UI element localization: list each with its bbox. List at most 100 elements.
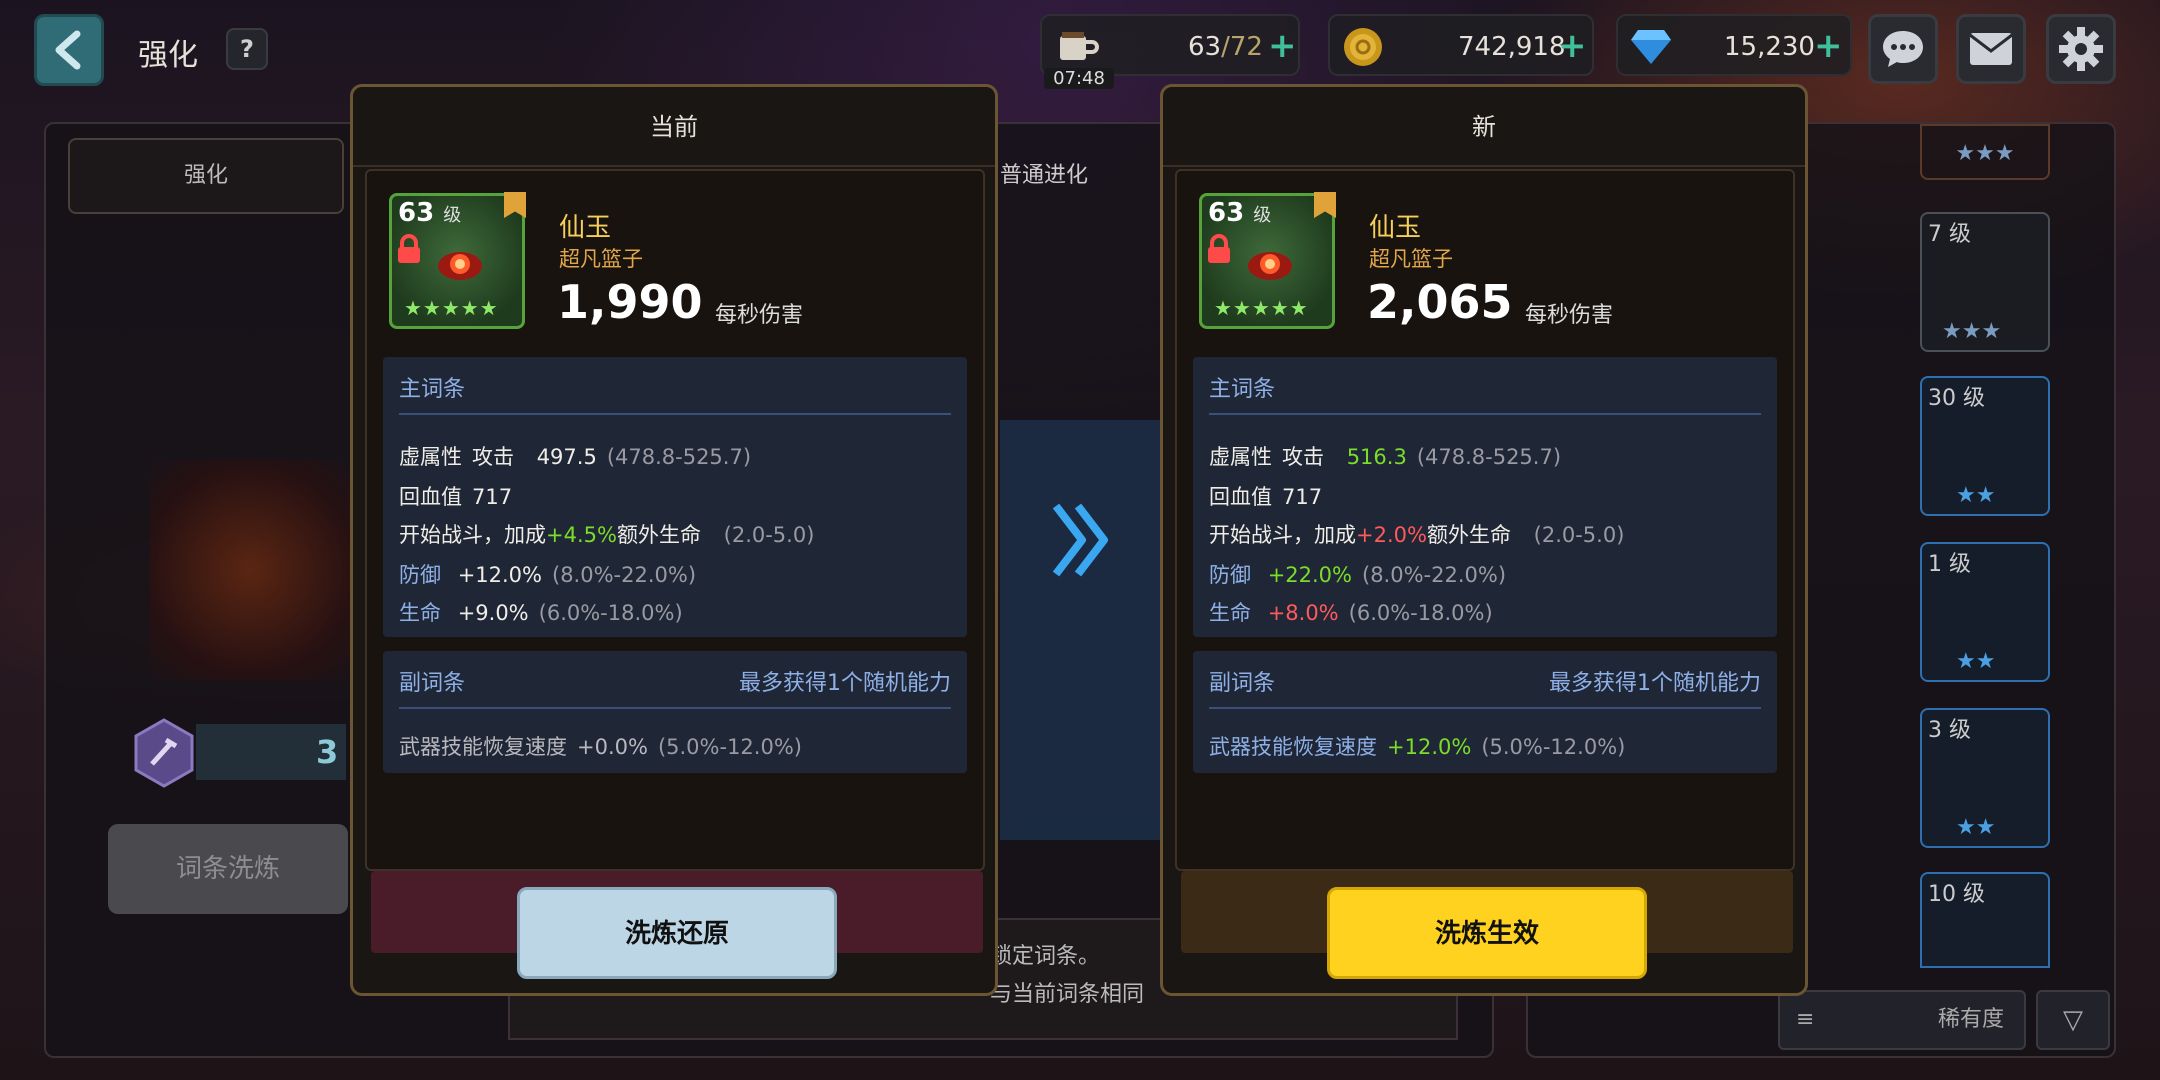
gear-icon xyxy=(2059,27,2103,71)
item-stars: ★★ xyxy=(1956,649,1996,674)
restore-reforge-button[interactable]: 洗炼还原 xyxy=(517,887,837,979)
page-title: 强化 xyxy=(138,38,198,73)
settings-button[interactable] xyxy=(2046,14,2116,84)
new-header: 新 xyxy=(1163,87,1805,167)
bookmark-icon xyxy=(504,192,526,218)
current-sub-stats: 副词条 最多获得1个随机能力 武器技能恢复速度 +0.0% (5.0%-12.0%) xyxy=(383,651,967,773)
main-stats-title: 主词条 xyxy=(399,377,466,402)
stat-row: 防御 +22.0% (8.0%-22.0%) xyxy=(1209,563,1507,587)
current-item-stars: ★★★★★ xyxy=(404,296,499,320)
inventory-item[interactable]: 1 级 ★★ xyxy=(1920,542,2050,682)
inventory-item[interactable]: 10 级 xyxy=(1920,872,2050,968)
new-item-icon[interactable]: 63 级 ★★★★★ xyxy=(1199,192,1336,329)
sort-dropdown[interactable]: ≡ 稀有度 xyxy=(1778,990,2026,1050)
gold-value: 742,918 xyxy=(1458,32,1566,62)
inventory-item[interactable]: ★★★ xyxy=(1920,124,2050,180)
item-level: 7 级 xyxy=(1928,222,1971,247)
gold-counter: 742,918 + xyxy=(1328,14,1594,76)
divider xyxy=(399,413,951,415)
stat-row: 虚属性 攻击 497.5 (478.8-525.7) xyxy=(399,445,752,469)
stat-row: 武器技能恢复速度 +12.0% (5.0%-12.0%) xyxy=(1209,735,1626,759)
stamina-timer: 07:48 xyxy=(1044,68,1114,89)
filter-button[interactable]: ▽ xyxy=(2036,990,2110,1050)
divider xyxy=(1209,413,1761,415)
sub-stats-hint: 最多获得1个随机能力 xyxy=(739,671,951,696)
mail-button[interactable] xyxy=(1956,14,2026,84)
stat-row: 虚属性 攻击 516.3 (478.8-525.7) xyxy=(1209,445,1562,469)
current-item-level: 63 级 xyxy=(398,198,462,228)
item-level: 3 级 xyxy=(1928,718,1971,743)
new-item-type: 超凡篮子 xyxy=(1369,247,1453,271)
new-dps-label: 每秒伤害 xyxy=(1525,303,1614,328)
inventory-item[interactable]: 30 级 ★★ xyxy=(1920,376,2050,516)
same-hint: 与当前词条相同 xyxy=(990,982,1145,1007)
chat-button[interactable] xyxy=(1868,14,1938,84)
double-chevron-right-icon xyxy=(1052,503,1108,577)
back-arrow-icon xyxy=(55,30,81,70)
current-item-type: 超凡篮子 xyxy=(559,247,643,271)
lock-icon xyxy=(1208,234,1230,263)
stat-row: 回血值 717 xyxy=(1209,485,1323,509)
lock-hint: 锁定词条。 xyxy=(990,944,1101,969)
inventory-item[interactable]: 3 级 ★★ xyxy=(1920,708,2050,848)
current-main-stats: 主词条 虚属性 攻击 497.5 (478.8-525.7) 回血值 717 开始战斗… xyxy=(383,357,967,637)
sub-stats-title: 副词条 xyxy=(1209,671,1276,696)
center-backdrop xyxy=(1000,420,1160,840)
filter-triangle-icon: ▽ xyxy=(2063,1005,2083,1035)
stat-row: 回血值 717 xyxy=(399,485,513,509)
add-stamina-button[interactable]: + xyxy=(1268,26,1297,66)
stat-row: 生命 +8.0% (6.0%-18.0%) xyxy=(1209,601,1493,625)
sub-stats-title: 副词条 xyxy=(399,671,466,696)
basket-weapon-icon xyxy=(438,252,482,280)
add-gem-button[interactable]: + xyxy=(1814,26,1843,66)
current-dps-label: 每秒伤害 xyxy=(715,303,804,328)
current-item-name: 仙玉 xyxy=(559,213,612,243)
tab-enhance[interactable]: 强化 xyxy=(68,138,344,214)
basket-weapon-icon xyxy=(1248,252,1292,280)
back-button[interactable] xyxy=(34,14,104,86)
item-stars: ★★ xyxy=(1956,483,1996,508)
new-dps: 2,065 xyxy=(1367,275,1513,329)
new-sub-stats: 副词条 最多获得1个随机能力 武器技能恢复速度 +12.0% (5.0%-12.0%… xyxy=(1193,651,1777,773)
gem-value: 15,230 xyxy=(1724,32,1815,62)
current-dps: 1,990 xyxy=(557,275,703,329)
help-button[interactable]: ? xyxy=(226,28,268,70)
sub-stats-hint: 最多获得1个随机能力 xyxy=(1549,671,1761,696)
new-main-stats: 主词条 虚属性 攻击 516.3 (478.8-525.7) 回血值 717 开始战斗… xyxy=(1193,357,1777,637)
mail-icon xyxy=(1969,33,2013,65)
new-card: 63 级 ★★★★★ 仙玉 超凡篮子 2,065 每秒伤害 主词条 虚属性 攻击 … xyxy=(1175,169,1795,953)
item-level: 10 级 xyxy=(1928,882,1985,907)
add-gold-button[interactable]: + xyxy=(1558,26,1587,66)
reforge-button[interactable]: 词条洗炼 xyxy=(108,824,348,914)
tab-evolve[interactable]: 普通进化 xyxy=(1000,138,1170,214)
stat-row: 防御 +12.0% (8.0%-22.0%) xyxy=(399,563,697,587)
diamond-icon xyxy=(1631,30,1671,64)
divider xyxy=(1209,707,1761,709)
item-level: 30 级 xyxy=(1928,386,1985,411)
apply-reforge-button[interactable]: 洗炼生效 xyxy=(1327,887,1647,979)
coffee-cup-icon xyxy=(1060,32,1099,60)
current-card: 63 级 ★★★★★ 仙玉 超凡篮子 1,990 每秒伤害 主词条 虚属性 攻击 … xyxy=(365,169,985,953)
bookmark-icon xyxy=(1314,192,1336,218)
inventory-item[interactable]: 7 级 ★★★ xyxy=(1920,212,2050,352)
stamina-counter: 63/72 + 07:48 xyxy=(1040,14,1300,89)
stat-row: 生命 +9.0% (6.0%-18.0%) xyxy=(399,601,683,625)
chat-bubble-icon xyxy=(1883,31,1923,67)
new-item-level: 63 级 xyxy=(1208,198,1272,228)
current-dialog: 当前 63 级 ★★★★★ 仙玉 超凡篮子 1,990 每秒伤害 主词条 虚属性… xyxy=(350,84,998,996)
stone-count: 3 xyxy=(196,724,346,780)
new-dialog: 新 63 级 ★★★★★ 仙玉 超凡篮子 2,065 每秒伤害 主词条 虚属性攻… xyxy=(1160,84,1808,996)
stat-row: 开始战斗，加成+4.5%额外生命 (2.0-5.0) xyxy=(399,523,815,547)
hero-sprite xyxy=(150,460,350,680)
item-level: 1 级 xyxy=(1928,552,1971,577)
gold-coin-icon xyxy=(1344,28,1382,66)
current-item-icon[interactable]: 63 级 ★★★★★ xyxy=(389,192,526,329)
current-header: 当前 xyxy=(353,87,995,167)
lock-icon xyxy=(398,234,420,263)
stamina-max: /72 xyxy=(1221,32,1263,62)
item-stars: ★★ xyxy=(1956,815,1996,840)
reforge-stone-icon xyxy=(134,718,194,788)
gem-counter: 15,230 + xyxy=(1616,14,1852,76)
sort-label: 稀有度 xyxy=(1937,1007,2004,1032)
stat-row: 开始战斗，加成+2.0%额外生命 (2.0-5.0) xyxy=(1209,523,1625,547)
